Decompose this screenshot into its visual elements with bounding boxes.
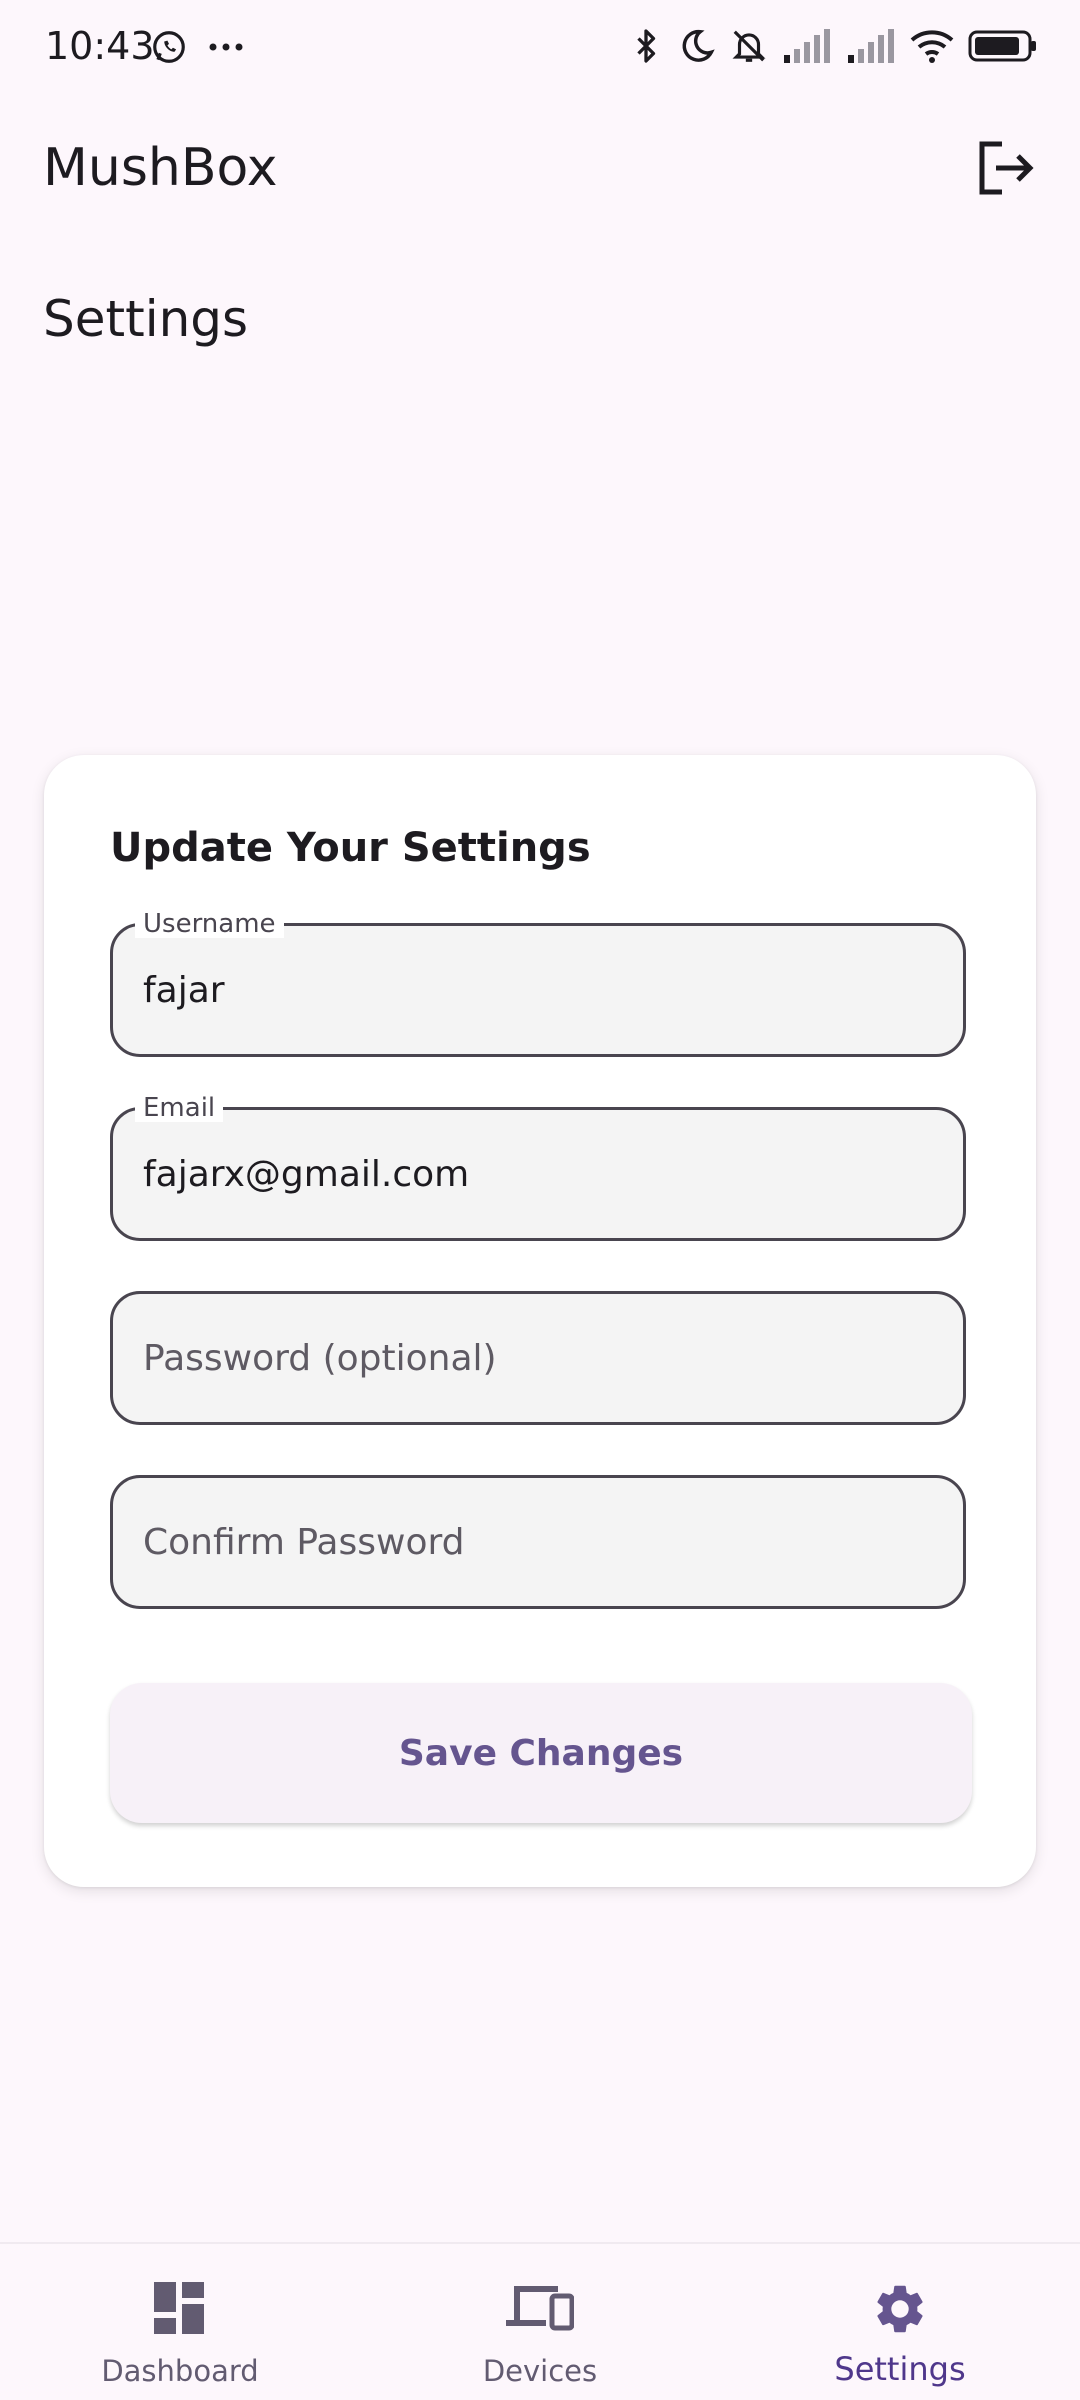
signal-icon xyxy=(784,29,830,63)
password-field[interactable]: Password (optional) xyxy=(110,1291,966,1425)
email-field[interactable]: Email fajarx@gmail.com xyxy=(110,1094,966,1241)
settings-screen: 10:43 MushBox Settings Update Your Setti… xyxy=(0,0,1080,2400)
dashboard-icon xyxy=(154,2282,204,2334)
nav-label-dashboard: Dashboard xyxy=(101,2354,259,2388)
more-dots-icon xyxy=(209,43,243,51)
devices-icon xyxy=(506,2286,574,2331)
app-bar: MushBox xyxy=(0,110,1080,230)
username-field[interactable]: Username fajar xyxy=(110,910,966,1057)
status-right-icons xyxy=(628,26,1038,66)
bottom-nav: Dashboard Devices Settings xyxy=(0,2242,1080,2400)
username-value: fajar xyxy=(143,969,225,1011)
page-title: Settings xyxy=(43,290,249,348)
confirm-password-field[interactable]: Confirm Password xyxy=(110,1475,966,1609)
do-not-disturb-moon-icon xyxy=(682,29,715,62)
gear-icon xyxy=(877,2285,923,2333)
app-title: MushBox xyxy=(43,138,278,198)
status-left-icons xyxy=(150,28,244,66)
bluetooth-icon xyxy=(637,29,656,63)
nav-item-settings[interactable]: Settings xyxy=(720,2244,1080,2400)
save-changes-button[interactable]: Save Changes xyxy=(110,1683,972,1823)
card-title: Update Your Settings xyxy=(110,825,591,871)
battery-icon xyxy=(968,30,1036,62)
whatsapp-icon xyxy=(153,31,185,63)
logout-icon xyxy=(979,141,1034,195)
logout-button[interactable] xyxy=(966,128,1046,208)
bell-off-icon xyxy=(732,30,766,62)
settings-card: Update Your Settings Username fajar Emai… xyxy=(44,755,1036,1887)
nav-label-devices: Devices xyxy=(482,2354,598,2388)
email-value: fajarx@gmail.com xyxy=(143,1153,470,1195)
status-bar: 10:43 xyxy=(0,0,1080,100)
nav-item-devices[interactable]: Devices xyxy=(360,2244,720,2400)
signal-icon-2 xyxy=(848,29,894,63)
nav-item-dashboard[interactable]: Dashboard xyxy=(0,2244,360,2400)
confirm-password-placeholder: Confirm Password xyxy=(143,1521,465,1563)
nav-label-settings: Settings xyxy=(834,2350,966,2388)
wifi-icon xyxy=(910,30,954,63)
status-time: 10:43 xyxy=(45,24,155,68)
password-placeholder: Password (optional) xyxy=(143,1337,497,1379)
